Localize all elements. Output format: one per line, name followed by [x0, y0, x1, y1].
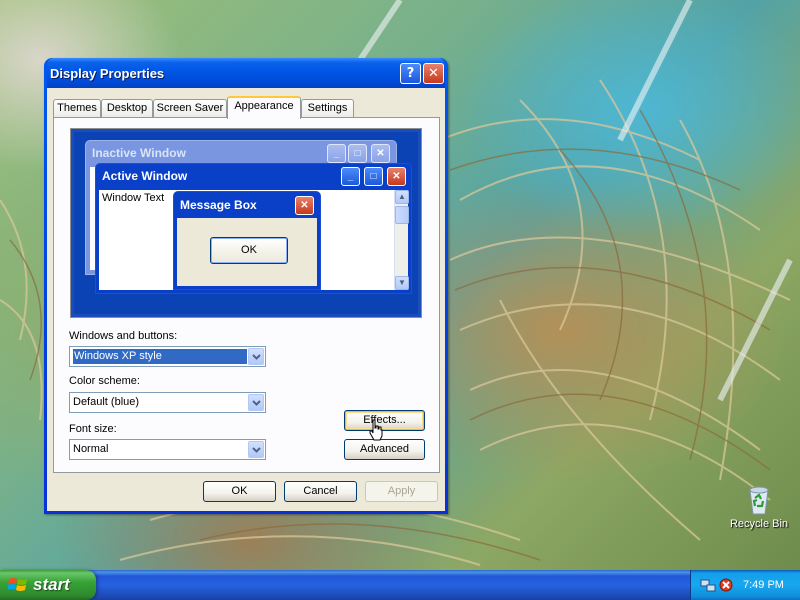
window-titlebar[interactable]: Display Properties ? ✕: [47, 58, 445, 88]
message-box-close-icon: ✕: [295, 196, 314, 215]
color-scheme-label: Color scheme:: [69, 375, 140, 387]
message-box-body: OK: [177, 218, 317, 286]
font-size-value: Normal: [73, 443, 109, 455]
taskbar: start 7:49 PM: [0, 570, 800, 600]
scroll-up-arrow-icon: ▲: [395, 190, 409, 204]
preview-desktop-area: Inactive Window _ □ ✕ Active Window _ □ …: [74, 132, 418, 314]
start-label: start: [33, 575, 70, 594]
security-alert-icon[interactable]: [718, 577, 734, 593]
recycle-bin-shortcut[interactable]: Recycle Bin: [728, 484, 790, 530]
active-close-icon: ✕: [387, 167, 406, 186]
network-icon[interactable]: [700, 577, 716, 593]
tab-screen-saver[interactable]: Screen Saver: [153, 99, 227, 118]
chevron-down-icon[interactable]: [248, 394, 264, 411]
chevron-down-icon[interactable]: [248, 441, 264, 458]
hand-cursor-icon: [369, 419, 383, 441]
inactive-window-title: Inactive Window: [92, 146, 186, 160]
scroll-down-arrow-icon: ▼: [395, 276, 409, 290]
tab-appearance[interactable]: Appearance: [227, 96, 301, 119]
tab-themes[interactable]: Themes: [53, 99, 101, 118]
color-scheme-select[interactable]: Default (blue): [69, 392, 266, 413]
windows-buttons-value: Windows XP style: [73, 349, 247, 364]
window-text-sample: Window Text: [102, 192, 165, 204]
preview-scrollbar: ▲ ▼: [394, 190, 409, 290]
active-window-title: Active Window: [102, 169, 188, 183]
color-scheme-value: Default (blue): [73, 396, 140, 408]
apply-button[interactable]: Apply: [365, 481, 438, 502]
help-button[interactable]: ?: [400, 63, 421, 84]
font-size-select[interactable]: Normal: [69, 439, 266, 460]
recycle-bin-label: Recycle Bin: [729, 518, 789, 530]
active-minimize-icon: _: [341, 167, 360, 186]
tab-settings[interactable]: Settings: [301, 99, 354, 118]
advanced-button[interactable]: Advanced: [344, 439, 425, 460]
windows-buttons-label: Windows and buttons:: [69, 330, 178, 342]
close-icon: ✕: [428, 66, 439, 81]
message-box-ok-button: OK: [210, 237, 288, 264]
font-size-label: Font size:: [69, 423, 117, 435]
inactive-minimize-icon: _: [327, 144, 346, 163]
ok-button[interactable]: OK: [203, 481, 276, 502]
recycle-bin-icon: [749, 486, 769, 515]
active-maximize-icon: □: [364, 167, 383, 186]
chevron-down-icon[interactable]: [248, 348, 264, 365]
appearance-preview: Inactive Window _ □ ✕ Active Window _ □ …: [70, 128, 422, 318]
cancel-button[interactable]: Cancel: [284, 481, 357, 502]
system-tray: 7:49 PM: [690, 570, 800, 600]
start-button[interactable]: start: [0, 570, 96, 600]
display-properties-window: Display Properties ? ✕ Themes Desktop Sc…: [44, 58, 448, 514]
scroll-thumb: [395, 206, 409, 224]
window-client-area: Themes Desktop Screen Saver Appearance S…: [47, 88, 445, 511]
tab-desktop[interactable]: Desktop: [101, 99, 153, 118]
windows-buttons-select[interactable]: Windows XP style: [69, 346, 266, 367]
help-icon: ?: [406, 66, 415, 81]
message-box-title: Message Box: [180, 198, 257, 212]
effects-button[interactable]: Effects...: [344, 410, 425, 431]
windows-logo-icon: [8, 578, 27, 591]
inactive-maximize-icon: □: [348, 144, 367, 163]
window-title: Display Properties: [50, 66, 165, 81]
inactive-close-icon: ✕: [371, 144, 390, 163]
preview-message-box: Message Box ✕ OK: [173, 191, 321, 290]
close-button[interactable]: ✕: [423, 63, 444, 84]
taskbar-clock[interactable]: 7:49 PM: [743, 579, 784, 591]
